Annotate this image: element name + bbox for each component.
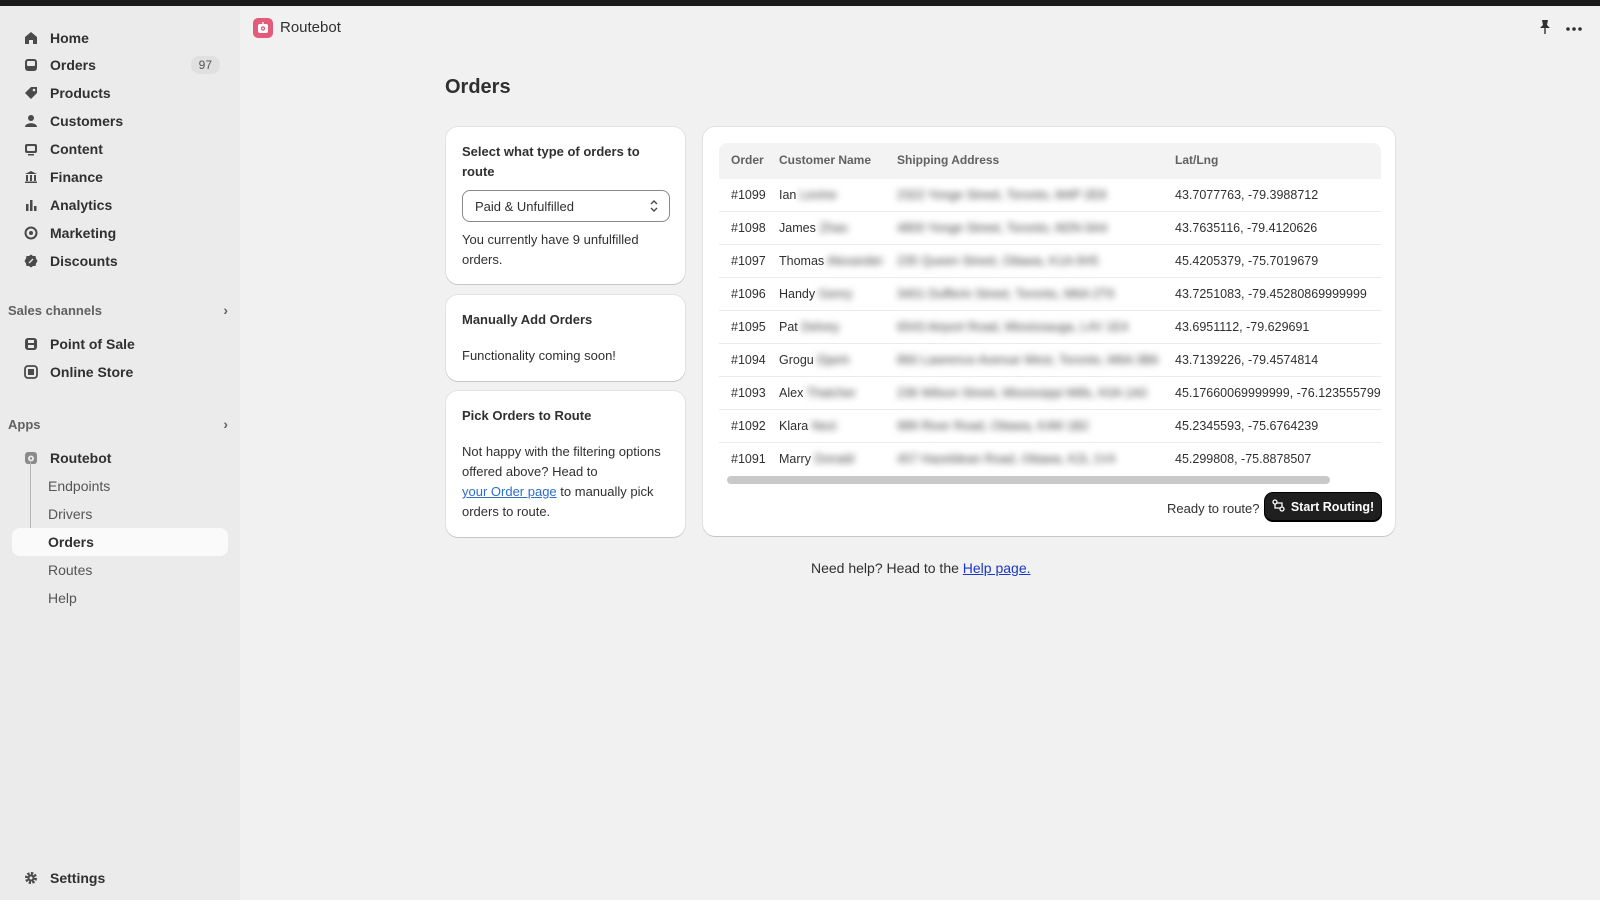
column-header-shipping-address: Shipping Address xyxy=(897,153,1000,167)
routebot-icon xyxy=(24,451,38,465)
person-icon xyxy=(24,114,38,128)
table-row[interactable]: #1095 Pat Delvey 6543 Airport Road, Miss… xyxy=(719,311,1381,344)
chevron-right-icon: › xyxy=(223,302,228,318)
sidebar-item-label: Discounts xyxy=(50,253,118,269)
target-icon xyxy=(24,226,38,240)
sidebar-subitem-endpoints[interactable]: Endpoints xyxy=(12,472,228,500)
order-page-link[interactable]: your Order page xyxy=(462,484,557,499)
sidebar-item-routebot[interactable]: Routebot xyxy=(12,444,228,472)
sidebar-item-label: Analytics xyxy=(50,197,113,213)
table-row[interactable]: #1092 Klara Nezi 989 River Road, Ottawa,… xyxy=(719,410,1381,443)
store-icon xyxy=(24,365,38,379)
manual-add-title: Manually Add Orders xyxy=(462,312,593,327)
filter-card-title: Select what type of orders to route xyxy=(462,144,640,179)
bar-chart-icon xyxy=(24,198,38,212)
sidebar-subitem-orders[interactable]: Orders xyxy=(12,528,228,556)
sidebar-item-label: Online Store xyxy=(50,364,134,380)
sidebar-item-label: Settings xyxy=(50,870,106,886)
sidebar-subitem-help[interactable]: Help xyxy=(12,584,228,612)
table-row[interactable]: #1099 Ian Levine 2322 Yonge Street, Toro… xyxy=(719,179,1381,212)
orders-count-badge: 97 xyxy=(190,56,220,74)
table-header: Order Customer Name Shipping Address Lat… xyxy=(719,143,1381,179)
column-header-customer-name: Customer Name xyxy=(779,153,872,167)
manual-add-card: Manually Add Orders Functionality coming… xyxy=(446,295,685,381)
table-row[interactable]: #1097 Thomas Alexander 235 Queen Street,… xyxy=(719,245,1381,278)
filter-card: Select what type of orders to route Paid… xyxy=(446,127,685,284)
window-top-bar xyxy=(0,0,1600,6)
home-icon xyxy=(24,31,38,45)
sidebar-subitem-drivers[interactable]: Drivers xyxy=(12,500,228,528)
bank-icon xyxy=(24,170,38,184)
order-type-select[interactable]: Paid & Unfulfilled xyxy=(462,190,670,222)
page-title: Orders xyxy=(445,76,511,98)
column-header-order: Order xyxy=(731,153,764,167)
sidebar-item-marketing[interactable]: Marketing xyxy=(12,219,228,247)
sidebar-item-label: Products xyxy=(50,85,111,101)
pick-orders-text: Not happy with the filtering options off… xyxy=(462,444,661,519)
sidebar-item-label: Orders xyxy=(50,57,96,73)
pos-icon xyxy=(24,337,38,351)
sidebar-item-label: Routebot xyxy=(50,450,112,466)
sidebar-item-label: Finance xyxy=(50,169,103,185)
select-caret-icon xyxy=(649,198,659,217)
sidebar-item-discounts[interactable]: Discounts xyxy=(12,247,228,275)
sales-channels-heading[interactable]: Sales channels › xyxy=(8,302,228,318)
sidebar: Home Orders 97 Products Customers Conten… xyxy=(0,6,240,900)
sidebar-item-label: Customers xyxy=(50,113,124,129)
routebot-app-icon xyxy=(253,18,273,38)
sidebar-item-customers[interactable]: Customers xyxy=(12,107,228,135)
sidebar-item-label: Home xyxy=(50,30,89,46)
sidebar-item-settings[interactable]: Settings xyxy=(12,864,228,892)
manual-add-text: Functionality coming soon! xyxy=(462,348,616,363)
sidebar-item-point-of-sale[interactable]: Point of Sale xyxy=(12,330,228,358)
pick-orders-card: Pick Orders to Route Not happy with the … xyxy=(446,391,685,537)
sidebar-item-orders[interactable]: Orders 97 xyxy=(12,51,228,79)
more-options-icon[interactable] xyxy=(1565,19,1585,37)
sidebar-item-online-store[interactable]: Online Store xyxy=(12,358,228,386)
sidebar-item-products[interactable]: Products xyxy=(12,79,228,107)
apps-heading[interactable]: Apps › xyxy=(8,416,228,432)
ready-to-route-label: Ready to route? xyxy=(1167,501,1260,516)
table-row[interactable]: #1096 Handy Genry 3401 Dufferin Street, … xyxy=(719,278,1381,311)
sidebar-item-label: Marketing xyxy=(50,225,117,241)
discount-icon xyxy=(24,254,38,268)
pick-orders-title: Pick Orders to Route xyxy=(462,408,592,423)
start-routing-button[interactable]: Start Routing! xyxy=(1265,493,1381,521)
sidebar-item-home[interactable]: Home xyxy=(12,24,228,52)
sidebar-item-label: Content xyxy=(50,141,103,157)
app-title: Routebot xyxy=(280,19,341,36)
sidebar-item-content[interactable]: Content xyxy=(12,135,228,163)
gear-icon xyxy=(24,871,38,885)
unfulfilled-note: You currently have 9 unfulfilled orders. xyxy=(462,232,639,267)
sidebar-item-label: Point of Sale xyxy=(50,336,135,352)
route-icon xyxy=(1272,499,1285,515)
table-row[interactable]: #1093 Alex Thatcher 236 Wilson Street, M… xyxy=(719,377,1381,410)
help-page-link[interactable]: Help page. xyxy=(963,560,1031,576)
content-icon xyxy=(24,142,38,156)
orders-table-card: Order Customer Name Shipping Address Lat… xyxy=(703,127,1395,536)
order-type-select-value: Paid & Unfulfilled xyxy=(475,198,574,214)
chevron-right-icon: › xyxy=(223,416,228,432)
help-footer: Need help? Head to the Help page. xyxy=(811,560,1031,576)
table-row[interactable]: #1094 Grogu Djarin 860 Lawrence Avenue W… xyxy=(719,344,1381,377)
sidebar-item-analytics[interactable]: Analytics xyxy=(12,191,228,219)
table-row[interactable]: #1091 Marry Donald 457 Hazeldean Road, O… xyxy=(719,443,1381,476)
horizontal-scrollbar[interactable] xyxy=(727,476,1330,484)
pin-icon[interactable] xyxy=(1538,19,1554,37)
inbox-icon xyxy=(24,58,38,72)
column-header-lat-lng: Lat/Lng xyxy=(1175,153,1219,167)
tag-icon xyxy=(24,86,38,100)
table-row[interactable]: #1098 James Zhao 4800 Yonge Street, Toro… xyxy=(719,212,1381,245)
sidebar-item-finance[interactable]: Finance xyxy=(12,163,228,191)
sidebar-subitem-routes[interactable]: Routes xyxy=(12,556,228,584)
